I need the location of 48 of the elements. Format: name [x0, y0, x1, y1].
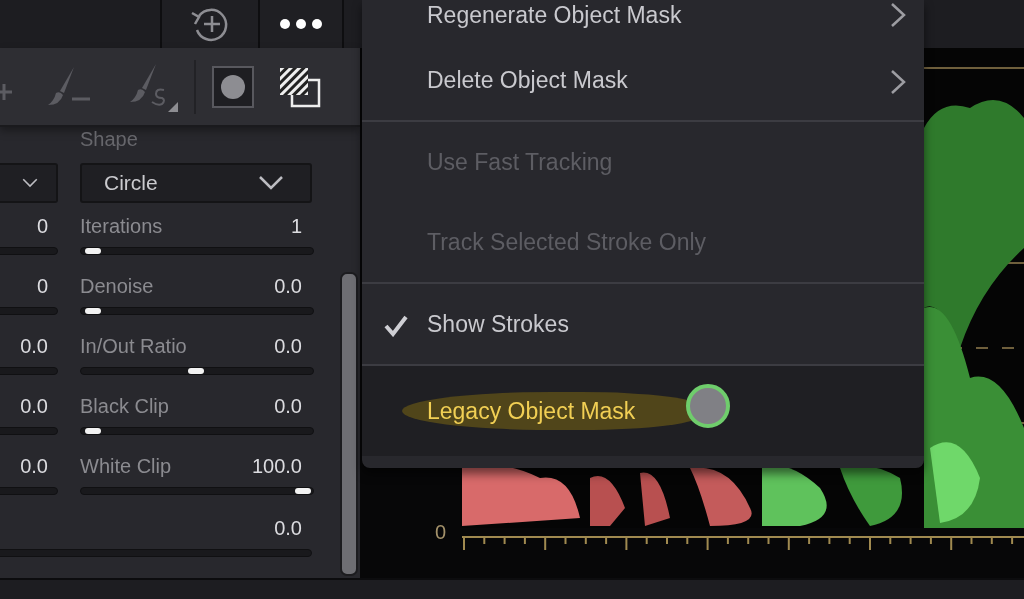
- value-text: 0.0: [274, 516, 302, 541]
- value-text: 0.0: [274, 394, 302, 419]
- slider-track[interactable]: [0, 247, 58, 255]
- slider-thumb[interactable]: [295, 488, 311, 494]
- value-text: 1: [290, 214, 302, 239]
- menu-item[interactable]: Legacy Object Mask: [362, 366, 924, 456]
- value-text: 0: [36, 214, 48, 239]
- value-text: 100.0: [251, 454, 302, 479]
- slider-track[interactable]: [0, 427, 58, 435]
- slider-track[interactable]: [80, 307, 314, 315]
- slider-thumb[interactable]: [188, 368, 204, 374]
- touch-indicator: [686, 384, 730, 428]
- slider-thumb[interactable]: [85, 248, 102, 254]
- value-text: 0: [36, 274, 48, 299]
- more-button[interactable]: [258, 0, 344, 48]
- slider-track[interactable]: [0, 307, 58, 315]
- slider-track[interactable]: [80, 487, 314, 495]
- mask-button[interactable]: [212, 65, 254, 108]
- slider-track[interactable]: [0, 549, 312, 557]
- slider-track[interactable]: [0, 367, 58, 375]
- param-label: Denoise: [80, 274, 154, 299]
- scale-label: 0: [434, 522, 446, 544]
- shape-label: Shape: [80, 127, 139, 151]
- chevron-right-icon: [890, 2, 906, 28]
- value-text: 0.0: [20, 334, 48, 359]
- scrollbar[interactable]: [340, 272, 358, 576]
- value-text: 0.0: [20, 454, 48, 479]
- slider-thumb[interactable]: [85, 428, 102, 434]
- slider-track[interactable]: [0, 487, 58, 495]
- overlap-squares-icon[interactable]: [278, 65, 322, 108]
- param-label: White Clip: [80, 454, 172, 479]
- slider-track[interactable]: [80, 427, 314, 435]
- value-text: 0.0: [274, 274, 302, 299]
- slider-thumb[interactable]: [85, 308, 102, 314]
- param-label: Iterations: [80, 214, 163, 239]
- shape-dropdown[interactable]: Circle: [80, 163, 312, 203]
- more-icon: [279, 18, 323, 30]
- value-text: 0.0: [274, 334, 302, 359]
- menu-item[interactable]: Regenerate Object Mask: [362, 0, 924, 40]
- chevron-down-icon: [258, 175, 284, 191]
- chevron-right-icon: [890, 69, 906, 95]
- value-text: 0.0: [20, 394, 48, 419]
- menu-item[interactable]: Delete Object Mask: [362, 40, 924, 120]
- menu-item[interactable]: Show Strokes: [362, 284, 924, 364]
- param-label: Black Clip: [80, 394, 169, 419]
- slider-track[interactable]: [80, 367, 314, 375]
- slider-track[interactable]: [80, 247, 314, 255]
- param-label: In/Out Ratio: [80, 334, 187, 359]
